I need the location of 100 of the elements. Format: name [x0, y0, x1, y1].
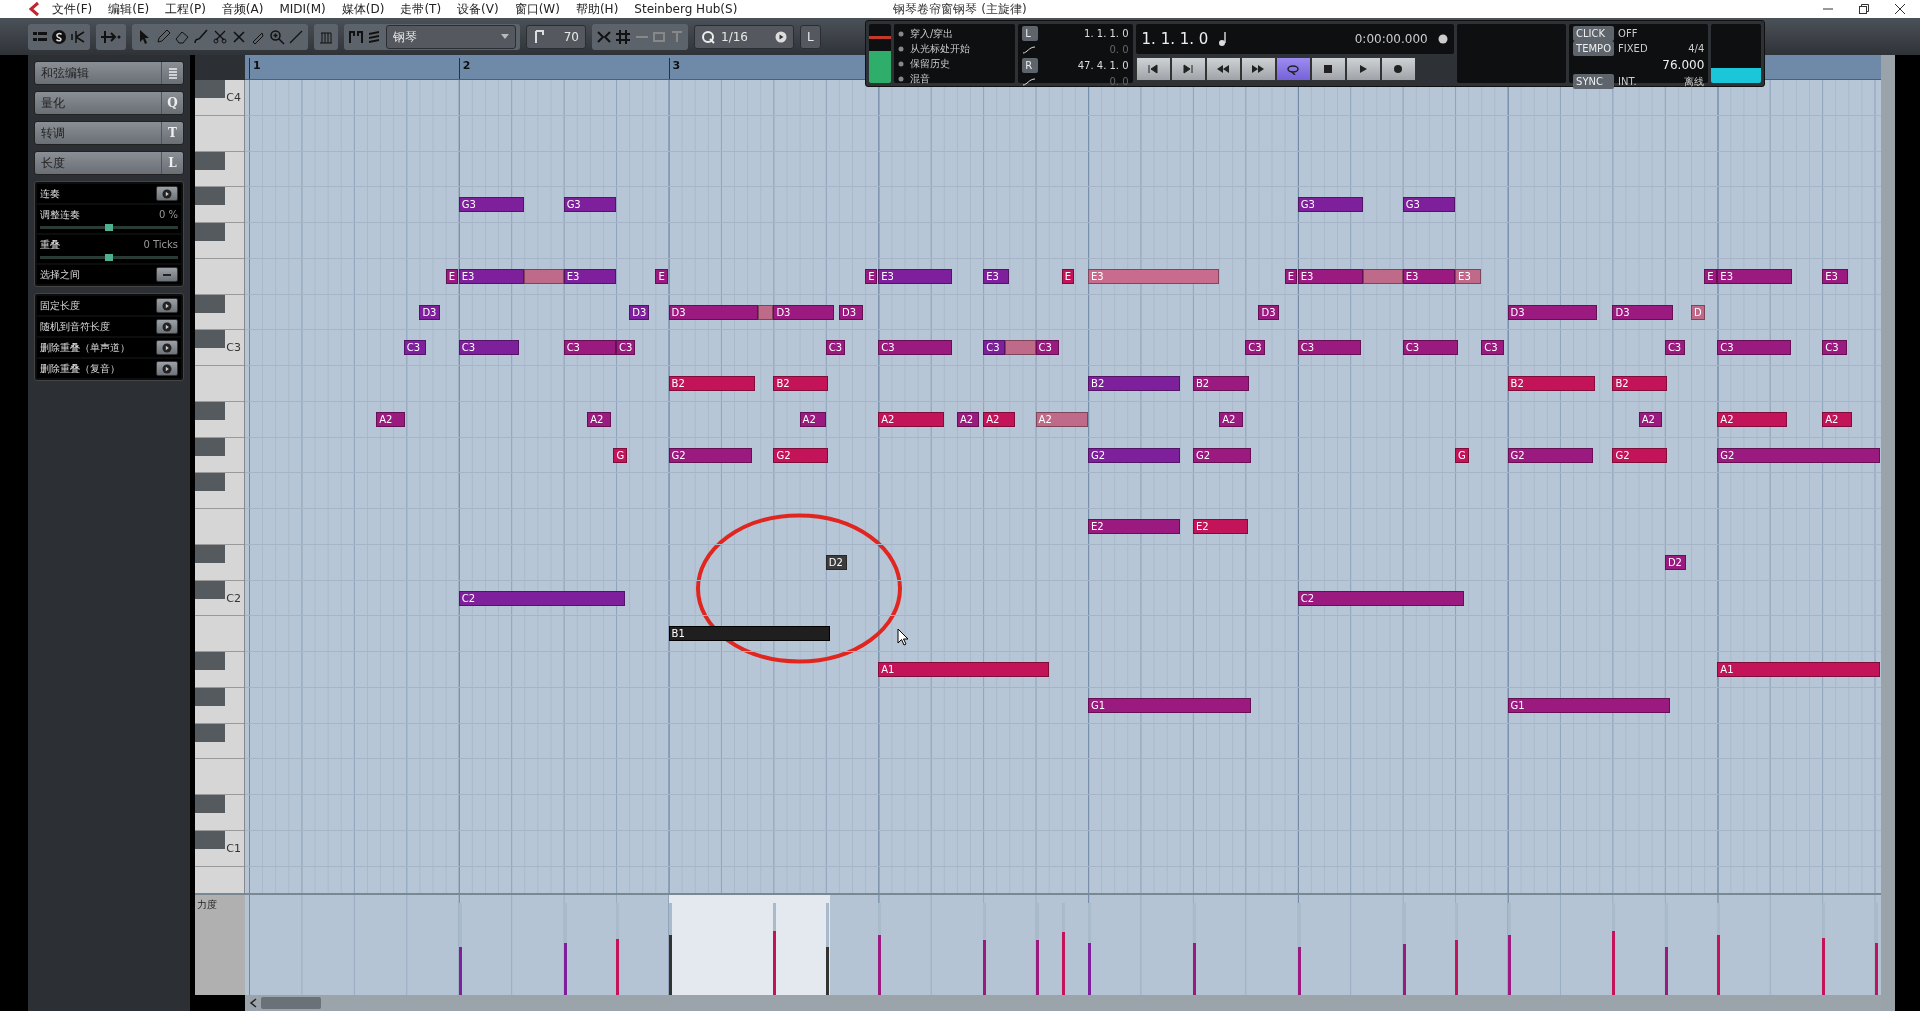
midi-note[interactable]: C3: [1297, 340, 1361, 356]
length-button[interactable]: L: [800, 24, 821, 49]
transport-button[interactable]: [1205, 57, 1241, 81]
midi-note[interactable]: C3: [983, 340, 1006, 356]
midi-note[interactable]: E3: [1088, 268, 1220, 284]
apply-button[interactable]: [156, 361, 178, 376]
piano-key[interactable]: C3: [195, 330, 244, 366]
piano-key[interactable]: [195, 544, 244, 581]
apply-button[interactable]: [156, 298, 178, 313]
velocity-bar[interactable]: [668, 935, 672, 995]
midi-note[interactable]: G3: [563, 197, 617, 213]
midi-note[interactable]: D3: [1507, 304, 1597, 320]
piano-key[interactable]: [195, 652, 244, 688]
midi-note[interactable]: G3: [458, 197, 525, 213]
piano-key[interactable]: [195, 187, 244, 223]
transport-button[interactable]: [1275, 57, 1311, 81]
bracket-icon[interactable]: [348, 28, 364, 45]
midi-note[interactable]: D2: [1664, 554, 1686, 570]
sharp-key[interactable]: [195, 330, 225, 349]
midi-note[interactable]: C3: [1664, 340, 1685, 356]
autoscroll-icon[interactable]: [100, 28, 122, 45]
midi-note[interactable]: [1005, 340, 1036, 356]
midi-note[interactable]: E: [445, 268, 458, 284]
piano-key[interactable]: C4: [195, 80, 244, 116]
midi-note[interactable]: A2: [799, 411, 826, 427]
inspector-section-button[interactable]: 转调 T: [34, 121, 184, 145]
midi-note[interactable]: E3: [1717, 268, 1793, 284]
midi-note[interactable]: G1: [1088, 697, 1251, 713]
transport-button[interactable]: [1380, 57, 1416, 81]
midi-note[interactable]: D3: [1612, 304, 1673, 320]
menu-item[interactable]: 文件(F): [44, 0, 101, 18]
midi-note[interactable]: A2: [956, 411, 980, 427]
midi-note[interactable]: B2: [1088, 376, 1180, 391]
midi-note[interactable]: E3: [458, 268, 525, 284]
midi-note[interactable]: D3: [668, 304, 758, 320]
line-icon[interactable]: [288, 28, 304, 45]
vertical-scrollbar[interactable]: [1881, 55, 1895, 1011]
piano-key[interactable]: [195, 795, 244, 831]
velocity-field[interactable]: 70: [526, 24, 586, 49]
toggle-button[interactable]: [156, 267, 178, 282]
menu-item[interactable]: 走带(T): [392, 0, 450, 18]
grid-icon[interactable]: [615, 28, 631, 45]
midi-note[interactable]: E: [1284, 268, 1297, 284]
slider-thumb[interactable]: [105, 224, 113, 231]
transport-option[interactable]: 穿入/穿出: [909, 26, 954, 41]
transport-button[interactable]: [1135, 57, 1171, 81]
midi-note[interactable]: E2: [1088, 519, 1180, 534]
midi-note[interactable]: D3: [629, 304, 650, 320]
midi-note[interactable]: G2: [1192, 447, 1251, 463]
midi-note[interactable]: E3: [878, 268, 952, 284]
midi-note[interactable]: C3: [825, 340, 846, 356]
instrument-dropdown[interactable]: 钢琴: [386, 24, 516, 49]
piano-key[interactable]: [195, 723, 244, 760]
midi-note[interactable]: G2: [1507, 447, 1593, 463]
solo-icon[interactable]: [51, 28, 67, 45]
midi-note[interactable]: G2: [773, 447, 829, 463]
piano-key[interactable]: [195, 223, 244, 259]
mute-x-icon[interactable]: [231, 28, 247, 45]
midi-note[interactable]: D2: [825, 554, 847, 570]
midi-note[interactable]: C3: [563, 340, 617, 356]
piano-key[interactable]: [195, 437, 244, 474]
slider-track[interactable]: [40, 226, 178, 229]
midi-note[interactable]: A2: [1717, 411, 1787, 427]
velocity-bar[interactable]: [825, 947, 829, 995]
brush-icon[interactable]: [193, 28, 209, 45]
piano-key[interactable]: [195, 151, 244, 188]
piano-key[interactable]: C1: [195, 830, 244, 867]
midi-note[interactable]: C3: [403, 340, 426, 356]
menu-item[interactable]: Steinberg Hub(S): [626, 0, 746, 18]
sync-button[interactable]: SYNC: [1573, 74, 1615, 89]
midi-note[interactable]: A1: [1717, 662, 1880, 677]
midi-note[interactable]: E3: [1822, 268, 1849, 284]
midi-note[interactable]: E3: [983, 268, 1010, 284]
midi-note[interactable]: B2: [1507, 376, 1596, 391]
midi-note[interactable]: D3: [1258, 304, 1279, 320]
sharp-key[interactable]: [195, 187, 225, 206]
pencil-icon[interactable]: [155, 28, 171, 45]
transport-button[interactable]: [1345, 57, 1381, 81]
piano-key[interactable]: [195, 687, 244, 724]
midi-note[interactable]: D3: [419, 304, 441, 320]
slider-thumb[interactable]: [105, 254, 113, 261]
tempo-button[interactable]: TEMPO: [1573, 41, 1615, 56]
midi-note[interactable]: C3: [878, 340, 952, 356]
menu-item[interactable]: 工程(P): [157, 0, 214, 18]
midi-note[interactable]: A1: [878, 662, 1049, 677]
sharp-key[interactable]: [195, 473, 225, 492]
midi-note[interactable]: A2: [376, 411, 405, 427]
midi-note[interactable]: E3: [563, 268, 617, 284]
midi-note[interactable]: G2: [1088, 447, 1180, 463]
close-icon[interactable]: [1894, 3, 1906, 15]
midi-note[interactable]: E: [865, 268, 878, 284]
midi-note[interactable]: C3: [1035, 340, 1060, 356]
midi-note[interactable]: C2: [458, 590, 626, 606]
apply-button[interactable]: [156, 319, 178, 334]
midi-note[interactable]: G2: [1612, 447, 1668, 463]
midi-note[interactable]: C3: [458, 340, 520, 356]
midi-note[interactable]: C2: [1297, 590, 1465, 606]
velocity-bar[interactable]: [773, 930, 777, 995]
piano-key[interactable]: [195, 401, 244, 438]
midi-note[interactable]: A2: [983, 411, 1015, 427]
